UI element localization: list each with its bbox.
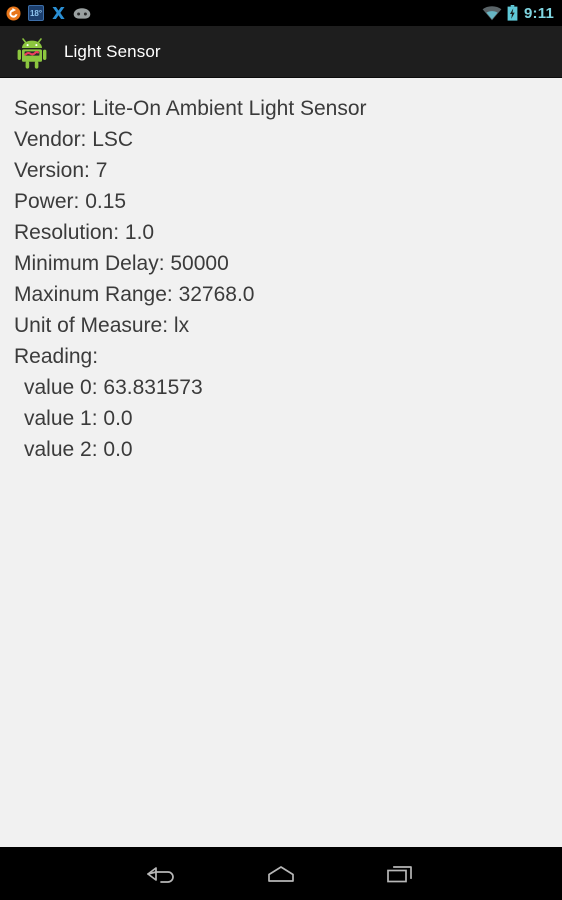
back-button[interactable] — [107, 847, 217, 900]
sensor-info-line: Resolution: 1.0 — [14, 221, 155, 244]
sensor-info-line: Unit of Measure: lx — [14, 314, 190, 337]
sensor-info-line: Minimum Delay: 50000 — [14, 252, 229, 275]
weather-temperature-icon: 18° — [28, 5, 44, 21]
navigation-bar — [0, 847, 562, 900]
status-bar-system-icons: 9:11 — [482, 5, 554, 21]
battery-charging-icon — [507, 5, 518, 21]
status-bar[interactable]: 18° 9:11 — [0, 0, 562, 26]
sensor-info-line: value 1: 0.0 — [24, 407, 133, 430]
sensor-info-text: Sensor: Lite-On Ambient Light Sensor Vend… — [14, 93, 552, 465]
cyanogenmod-head-icon — [73, 7, 91, 20]
sensor-info-line: value 0: 63.831573 — [24, 376, 203, 399]
sensor-info-line: Reading: — [14, 345, 99, 368]
sensor-info-line: Vendor: LSC — [14, 128, 134, 151]
svg-text:18°: 18° — [30, 9, 42, 18]
sensor-info-line: Version: 7 — [14, 159, 108, 182]
sensor-info-line: Maxinum Range: 32768.0 — [14, 283, 255, 306]
xbmc-x-icon — [51, 6, 66, 20]
home-icon — [264, 863, 298, 885]
sensor-info-line: value 2: 0.0 — [24, 438, 133, 461]
sensor-info-line: Sensor: Lite-On Ambient Light Sensor — [14, 97, 367, 120]
sensor-info-line: Power: 0.15 — [14, 190, 127, 213]
recents-icon — [383, 863, 417, 885]
app-title: Light Sensor — [64, 41, 161, 61]
recents-button[interactable] — [345, 847, 455, 900]
content-area: Sensor: Lite-On Ambient Light Sensor Vend… — [0, 79, 562, 847]
status-bar-notification-icons: 18° — [6, 5, 482, 21]
android-screen: 18° 9:11 Light Sensor Sensor: Lite-On Am… — [0, 0, 562, 900]
sync-circle-icon — [6, 6, 21, 21]
status-bar-clock: 9:11 — [524, 4, 554, 22]
android-robot-icon[interactable] — [14, 34, 50, 70]
action-bar: Light Sensor — [0, 26, 562, 78]
wifi-icon — [482, 5, 502, 21]
back-arrow-icon — [145, 863, 179, 885]
home-button[interactable] — [226, 847, 336, 900]
